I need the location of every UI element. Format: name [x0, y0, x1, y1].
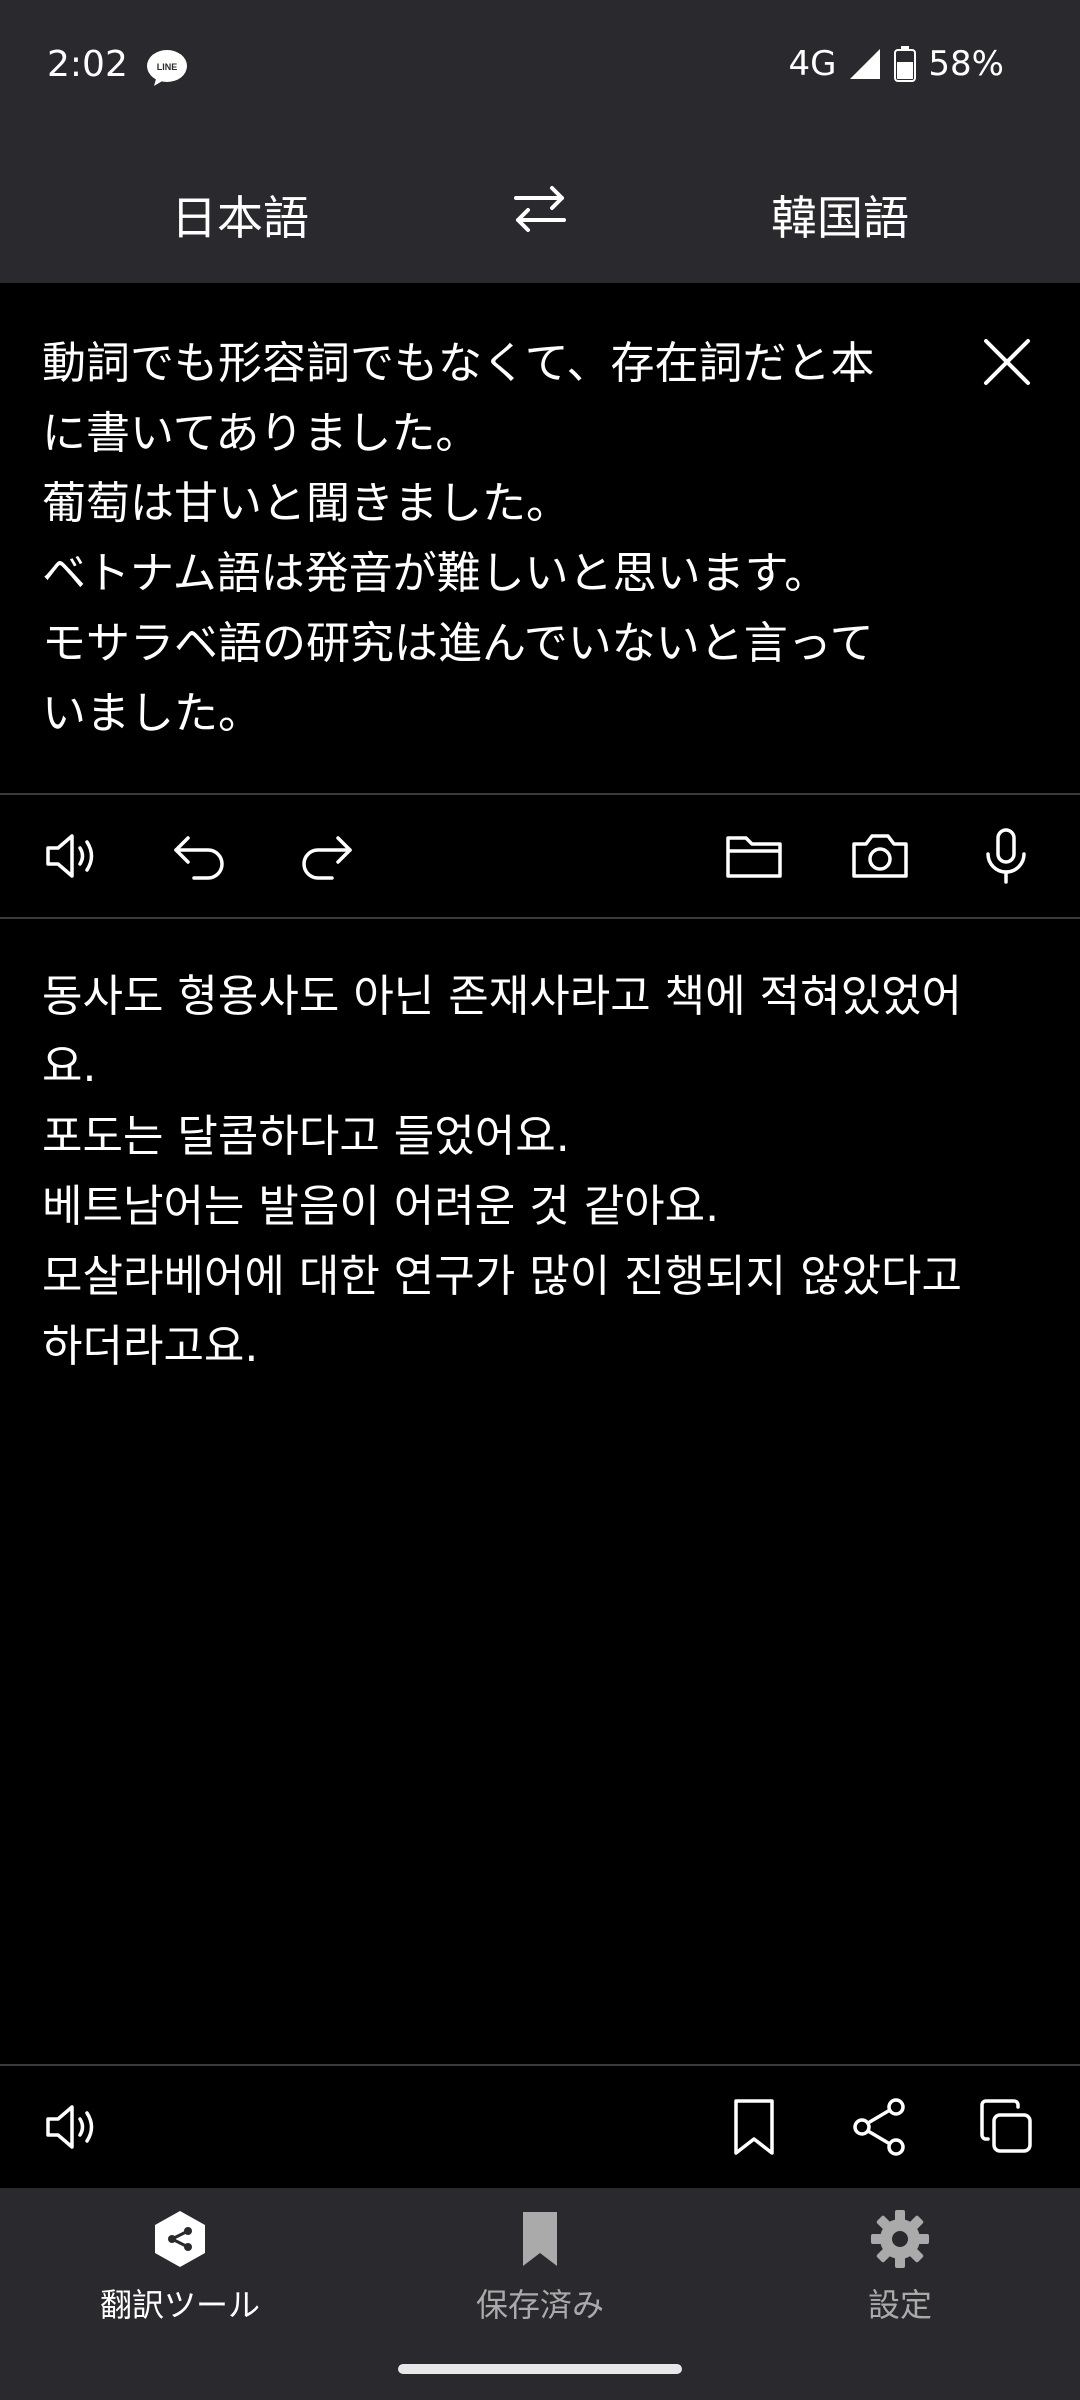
- source-toolbar: [0, 795, 1080, 917]
- redo-icon[interactable]: [294, 824, 358, 888]
- status-bar: 2:02 LINE 4G 58%: [0, 0, 1080, 140]
- battery-icon: [894, 46, 917, 82]
- translate-tool-icon: [155, 2211, 205, 2267]
- source-language-button[interactable]: 日本語: [90, 182, 390, 248]
- nav-saved[interactable]: 保存済み: [390, 2208, 690, 2338]
- signal-icon: [850, 49, 881, 79]
- undo-icon[interactable]: [168, 824, 232, 888]
- source-text-area[interactable]: 動詞でも形容詞でもなくて、存在詞だと本 に書いてありました。 葡萄は甘いと聞きま…: [0, 283, 1080, 793]
- language-bar: 日本語 韓国語: [0, 140, 1080, 283]
- nav-translate-tool[interactable]: 翻訳ツール: [30, 2208, 330, 2338]
- network-type: 4G: [788, 44, 837, 84]
- line-app-icon: LINE: [147, 50, 187, 86]
- swap-languages-icon[interactable]: [508, 176, 572, 240]
- battery-percent: 58%: [928, 44, 1004, 84]
- svg-text:LINE: LINE: [157, 62, 178, 72]
- bookmark-icon[interactable]: [722, 2095, 786, 2159]
- camera-icon[interactable]: [848, 824, 912, 888]
- folder-icon[interactable]: [722, 824, 786, 888]
- speaker-icon[interactable]: [42, 2095, 106, 2159]
- translation-text: 동사도 형용사도 아닌 존재사라고 책에 적혀있었어 요. 포도는 달콤하다고 …: [42, 971, 963, 1372]
- translation-toolbar: [0, 2066, 1080, 2188]
- status-indicators: 4G 58%: [788, 44, 1004, 84]
- copy-icon[interactable]: [974, 2095, 1038, 2159]
- source-text[interactable]: 動詞でも形容詞でもなくて、存在詞だと本 に書いてありました。 葡萄は甘いと聞きま…: [42, 329, 932, 749]
- home-indicator[interactable]: [398, 2364, 682, 2374]
- divider: [0, 917, 1080, 919]
- nav-settings[interactable]: 設定: [750, 2208, 1050, 2338]
- nav-label: 設定: [867, 2286, 932, 2324]
- target-language-button[interactable]: 韓国語: [690, 182, 990, 248]
- microphone-icon[interactable]: [974, 824, 1038, 888]
- share-icon[interactable]: [848, 2095, 912, 2159]
- bookmark-icon: [523, 2212, 557, 2266]
- gear-icon: [871, 2210, 929, 2268]
- status-time: 2:02: [47, 44, 128, 85]
- close-icon[interactable]: [978, 333, 1036, 391]
- nav-label: 保存済み: [475, 2286, 604, 2324]
- nav-label: 翻訳ツール: [99, 2286, 260, 2324]
- speaker-icon[interactable]: [42, 824, 106, 888]
